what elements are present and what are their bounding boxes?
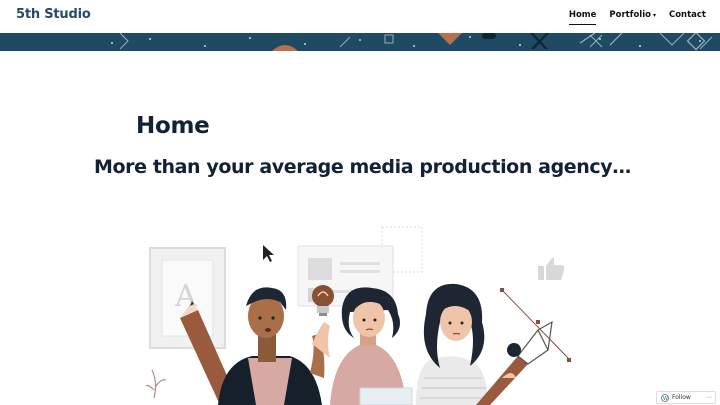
thumbs-up-icon <box>538 258 565 280</box>
chevron-down-icon: ▾ <box>652 11 656 19</box>
main-nav: Home Portfolio ▾ Contact <box>568 10 706 25</box>
site-title[interactable]: 5th Studio <box>16 7 91 22</box>
page-title: Home <box>136 113 210 139</box>
more-options-icon[interactable]: ⋯ <box>706 394 712 401</box>
wordpress-icon: W <box>661 393 669 402</box>
cursor-arrow-icon <box>263 245 274 262</box>
nav-home-label: Home <box>568 10 597 20</box>
nav-item-portfolio[interactable]: Portfolio ▾ <box>609 10 656 20</box>
svg-text:W: W <box>663 396 668 402</box>
lightbulb-icon <box>312 285 334 316</box>
nav-contact-label: Contact <box>668 10 706 20</box>
woman-right-figure <box>416 283 488 405</box>
page-tagline: More than your average media production … <box>94 156 631 178</box>
site-header: 5th Studio Home Portfolio ▾ Contact <box>0 0 720 33</box>
header-banner-pattern <box>0 33 720 51</box>
team-illustration-graphic: A <box>145 226 571 405</box>
follow-label: Follow <box>672 394 691 401</box>
nav-item-contact[interactable]: Contact <box>669 10 706 20</box>
banner-pattern-graphic <box>111 33 713 51</box>
team-illustration: A <box>140 218 580 405</box>
nav-item-home[interactable]: Home <box>568 10 597 25</box>
pen-tool-icon <box>476 320 553 405</box>
follow-button[interactable]: W Follow ⋯ <box>656 391 716 404</box>
nav-portfolio-label: Portfolio <box>609 10 651 20</box>
